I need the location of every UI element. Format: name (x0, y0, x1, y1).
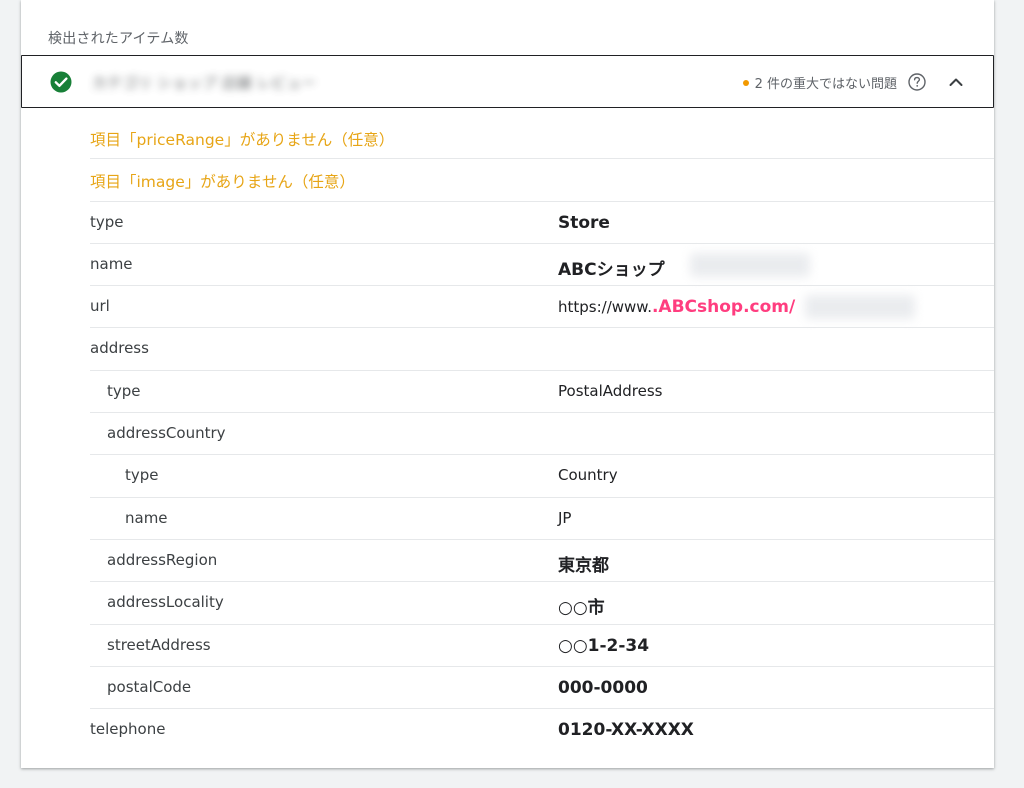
property-value: Store (558, 212, 610, 233)
property-key: url (90, 297, 110, 316)
property-value: 000-0000 (558, 677, 648, 698)
property-row: addressCountry (90, 413, 994, 456)
property-value: https://www..ABCshop.com/ (558, 297, 795, 317)
property-key: address (90, 339, 149, 358)
property-row: name JP (90, 498, 994, 540)
property-value: JP (558, 508, 572, 527)
property-row: type PostalAddress (90, 371, 994, 414)
property-row: addressLocality ○○市 (90, 582, 994, 625)
property-key: addressRegion (107, 550, 218, 569)
item-name: カテゴリ ショップ 店舗 レビュー (92, 74, 317, 92)
url-domain: .ABCshop.com/ (651, 297, 796, 318)
property-key: postalCode (107, 677, 192, 696)
property-key: name (90, 254, 133, 273)
url-prefix: https://www. (558, 298, 652, 317)
chevron-up-icon[interactable] (947, 73, 965, 91)
issues-label: 2 件の重大ではない問題 (754, 77, 897, 92)
property-key: type (125, 466, 159, 485)
warning-row: 項目「image」がありません（任意） (90, 159, 994, 202)
property-key: name (125, 508, 168, 527)
property-value: 東京都 (558, 555, 609, 576)
property-key: addressCountry (107, 424, 226, 443)
help-circle-icon[interactable] (907, 72, 927, 92)
property-key: addressLocality (107, 593, 224, 612)
property-row: url https://www..ABCshop.com/ (90, 286, 994, 329)
warning-text: 項目「image」がありません（任意） (90, 173, 355, 192)
warning-row: 項目「priceRange」がありません（任意） (90, 117, 994, 160)
property-key: type (90, 212, 124, 231)
section-title: 検出されたアイテム数 (48, 31, 189, 47)
property-key: telephone (90, 720, 166, 739)
property-row: telephone 0120-XX-XXXX (90, 709, 994, 751)
property-value: 0120-XX-XXXX (558, 720, 694, 741)
item-header[interactable]: カテゴリ ショップ 店舗 レビュー 2 件の重大ではない問題 (21, 55, 994, 108)
property-value: ABCショップ (558, 259, 665, 280)
issues-summary: 2 件の重大ではない問題 (742, 73, 897, 92)
property-value: ○○1-2-34 (558, 635, 650, 656)
property-row: type Country (90, 455, 994, 498)
check-circle-icon (50, 71, 72, 93)
property-list: 項目「priceRange」がありません（任意） 項目「image」がありません… (90, 117, 994, 751)
property-row: name ABCショップ (90, 244, 994, 287)
redacted-area (805, 295, 915, 320)
property-row: streetAddress ○○1-2-34 (90, 625, 994, 667)
property-row: type Store (90, 202, 994, 244)
property-key: streetAddress (107, 635, 211, 654)
property-row: postalCode 000-0000 (90, 667, 994, 710)
property-value: PostalAddress (558, 381, 663, 400)
property-value: ○○市 (558, 598, 605, 619)
warning-text: 項目「priceRange」がありません（任意） (90, 131, 395, 149)
property-value: Country (558, 466, 618, 485)
structured-data-card: 検出されたアイテム数 カテゴリ ショップ 店舗 レビュー 2 件の重大ではない問… (21, 0, 994, 768)
redacted-area (690, 252, 810, 277)
property-row: addressRegion 東京都 (90, 540, 994, 583)
property-row: address (90, 328, 994, 371)
warning-dot-icon (742, 79, 749, 86)
property-key: type (107, 381, 141, 400)
